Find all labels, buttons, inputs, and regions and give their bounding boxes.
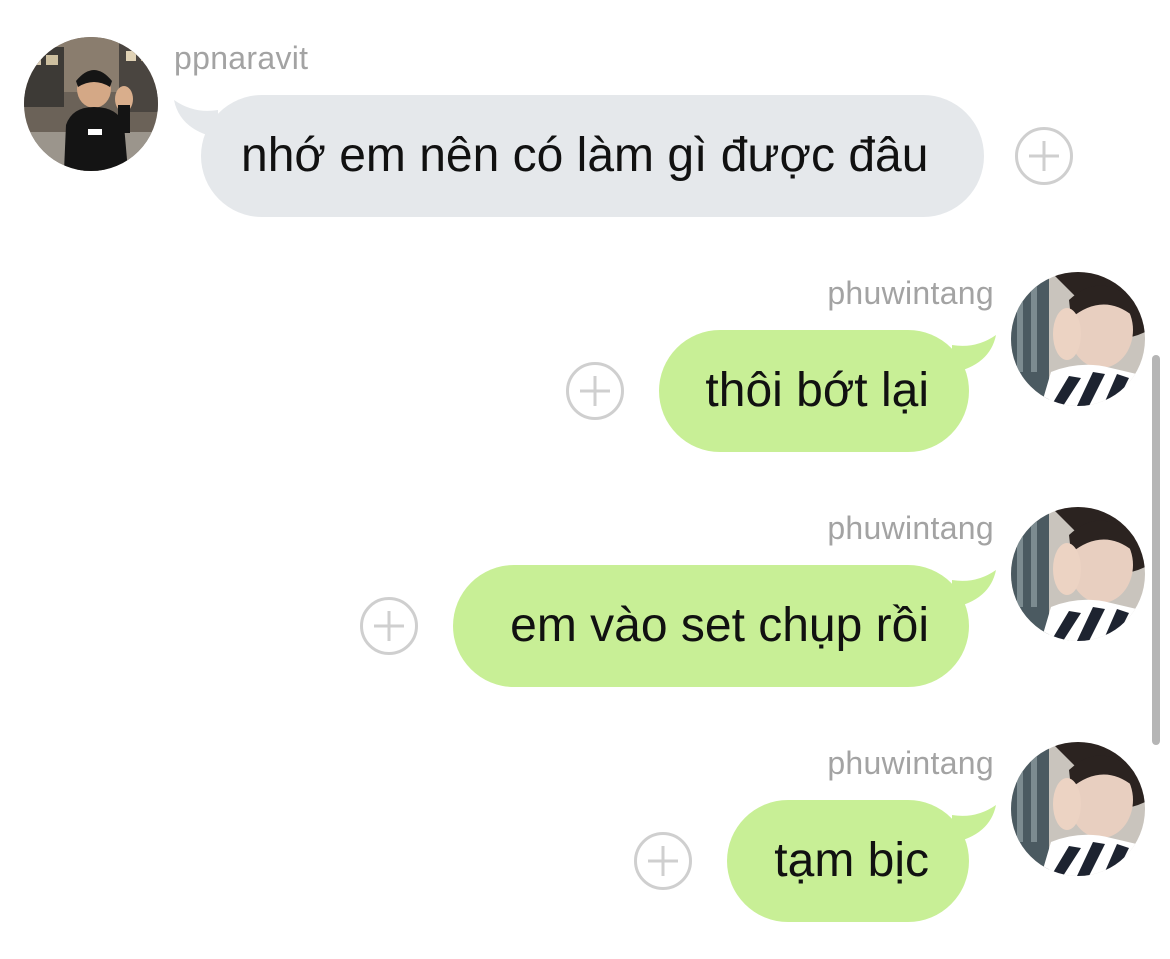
message-text: tạm bịc: [774, 834, 929, 887]
message-bubble-outgoing[interactable]: tạm bịc: [727, 800, 969, 922]
sender-name: phuwintang: [827, 275, 994, 311]
sender-name: phuwintang: [827, 745, 994, 781]
sender-name: phuwintang: [827, 510, 994, 546]
add-reaction-button[interactable]: [634, 832, 692, 890]
message-text: nhớ em nên có làm gì được đâu: [241, 129, 929, 182]
vertical-scrollbar[interactable]: [1152, 355, 1160, 745]
avatar-ppnaravit[interactable]: [24, 37, 158, 171]
avatar-image: [1011, 272, 1145, 406]
bubble-tail: [952, 805, 996, 849]
add-reaction-button[interactable]: [360, 597, 418, 655]
message-text: thôi bớt lại: [705, 364, 929, 417]
sender-name: ppnaravit: [174, 40, 309, 76]
avatar-image: [24, 37, 158, 171]
bubble-tail: [952, 335, 996, 379]
message-bubble-incoming[interactable]: nhớ em nên có làm gì được đâu: [201, 95, 984, 217]
avatar-image: [1011, 507, 1145, 641]
avatar-phuwintang[interactable]: [1011, 742, 1145, 876]
message-bubble-outgoing[interactable]: em vào set chụp rồi: [453, 565, 969, 687]
avatar-phuwintang[interactable]: [1011, 272, 1145, 406]
chat-thread: ppnaravit nhớ em nên có làm gì được đâu …: [0, 0, 1170, 959]
add-reaction-button[interactable]: [566, 362, 624, 420]
add-reaction-button[interactable]: [1015, 127, 1073, 185]
avatar-phuwintang[interactable]: [1011, 507, 1145, 641]
message-text: em vào set chụp rồi: [510, 599, 929, 652]
bubble-tail: [952, 570, 996, 614]
avatar-image: [1011, 742, 1145, 876]
message-bubble-outgoing[interactable]: thôi bớt lại: [659, 330, 969, 452]
